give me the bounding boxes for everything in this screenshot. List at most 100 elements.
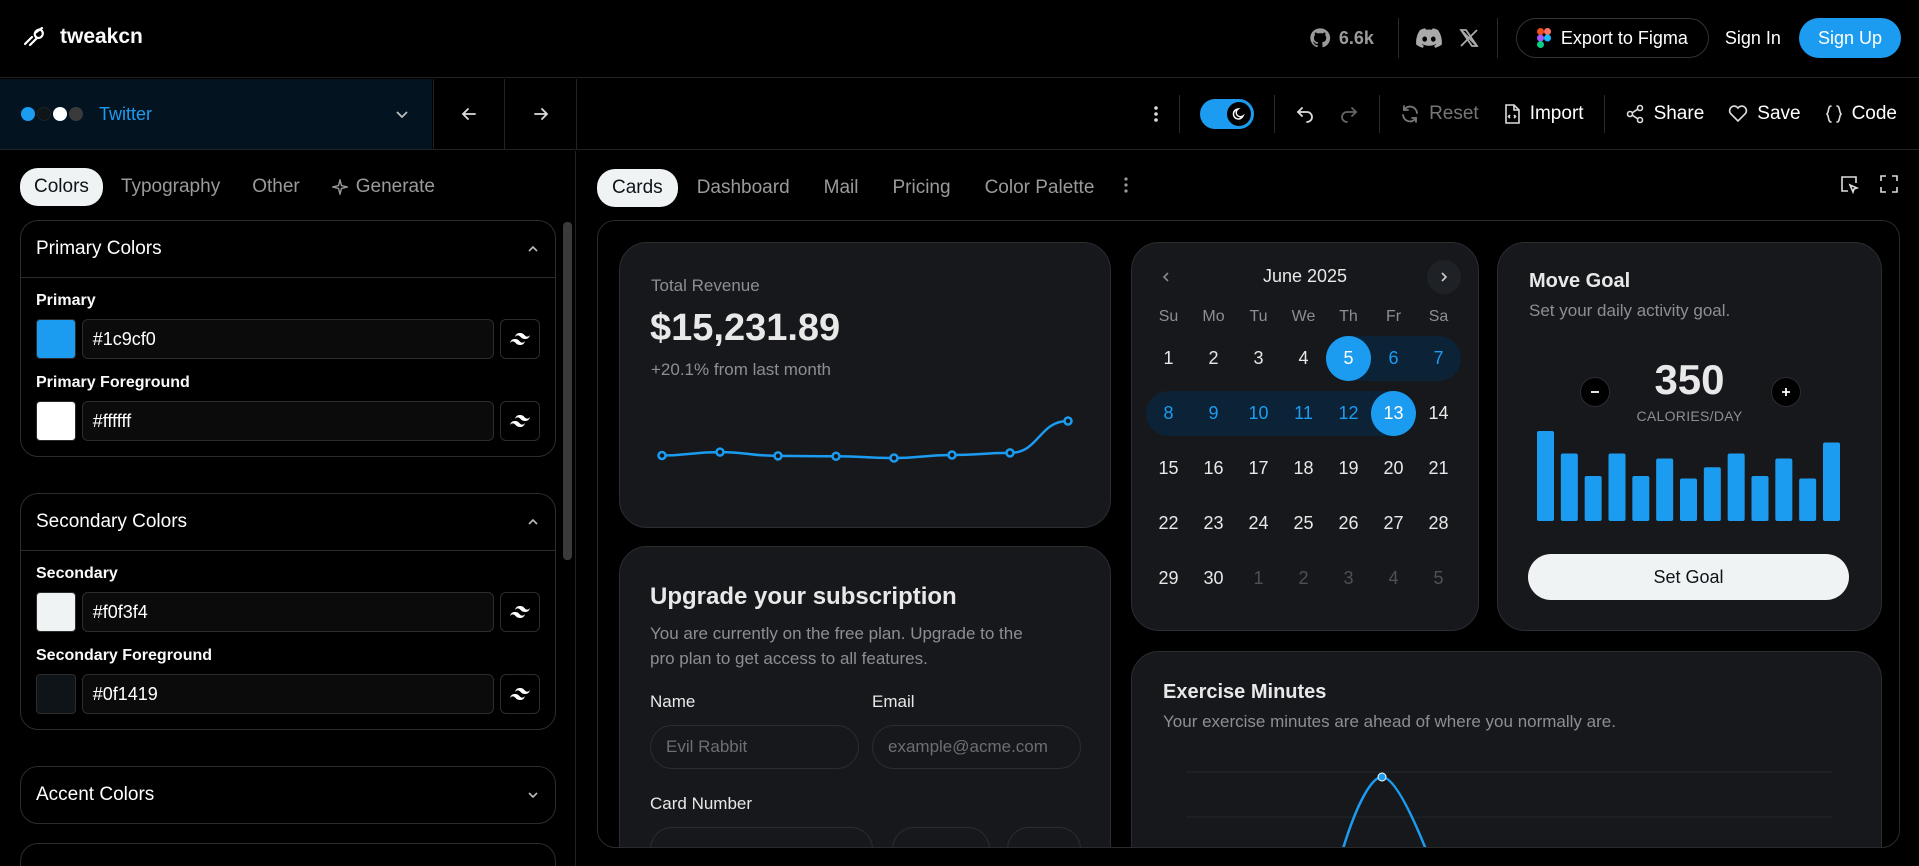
goal-unit: CALORIES/DAY xyxy=(1636,408,1743,424)
tailwind-picker-button[interactable] xyxy=(500,319,540,359)
brand[interactable]: tweakcn xyxy=(22,24,143,50)
revenue-point xyxy=(773,451,783,461)
next-colors-section[interactable] xyxy=(20,843,556,866)
import-button[interactable]: Import xyxy=(1491,94,1596,134)
color-hex-input[interactable]: #ffffff xyxy=(81,401,495,441)
calendar-day[interactable]: 8 xyxy=(1146,391,1191,436)
tab-color-palette[interactable]: Color Palette xyxy=(970,169,1110,207)
calendar-day[interactable]: 1 xyxy=(1236,556,1281,601)
previous-theme-button[interactable] xyxy=(434,79,505,149)
save-label: Save xyxy=(1757,103,1801,124)
increase-goal-button[interactable] xyxy=(1771,377,1801,407)
calendar-day[interactable]: 20 xyxy=(1371,446,1416,491)
calendar-day[interactable]: 5 xyxy=(1416,556,1461,601)
calendar-day[interactable]: 2 xyxy=(1281,556,1326,601)
calendar-day[interactable]: 27 xyxy=(1371,501,1416,546)
inspect-icon[interactable] xyxy=(1839,174,1859,194)
card-number-input[interactable] xyxy=(650,827,873,847)
tab-dashboard[interactable]: Dashboard xyxy=(682,169,805,207)
calendar-day[interactable]: 2 xyxy=(1191,336,1236,381)
scrollbar[interactable] xyxy=(563,222,572,560)
tab-colors[interactable]: Colors xyxy=(20,168,103,206)
github-link[interactable]: 6.6k xyxy=(1309,27,1374,49)
calendar-day[interactable]: 25 xyxy=(1281,501,1326,546)
color-hex-input[interactable]: #0f1419 xyxy=(81,674,495,714)
calendar-day[interactable]: 7 xyxy=(1416,336,1461,381)
calendar-day[interactable]: 12 xyxy=(1326,391,1371,436)
dark-mode-toggle[interactable] xyxy=(1200,99,1255,129)
calendar-day[interactable]: 21 xyxy=(1416,446,1461,491)
sign-in-link[interactable]: Sign In xyxy=(1725,28,1781,49)
more-tabs-button[interactable] xyxy=(1113,168,1139,208)
code-button[interactable]: Code xyxy=(1813,94,1909,134)
goal-value: 350 xyxy=(1654,356,1725,403)
card-cvc-input[interactable] xyxy=(1007,827,1081,847)
calendar-day[interactable]: 3 xyxy=(1326,556,1371,601)
calendar-day[interactable]: 18 xyxy=(1281,446,1326,491)
calendar-day[interactable]: 3 xyxy=(1236,336,1281,381)
calendar-day[interactable]: 26 xyxy=(1326,501,1371,546)
color-swatch[interactable] xyxy=(36,319,76,359)
calendar-day[interactable]: 17 xyxy=(1236,446,1281,491)
accent-colors-section: Accent Colors xyxy=(20,766,556,824)
name-input[interactable]: Evil Rabbit xyxy=(650,725,859,769)
card-expiry-input[interactable] xyxy=(892,827,990,847)
secondary-colors-section: Secondary Colors Secondary #f0f3f4 Secon… xyxy=(20,493,556,730)
calendar-day[interactable]: 15 xyxy=(1146,446,1191,491)
calendar-day[interactable]: 10 xyxy=(1236,391,1281,436)
calendar-day[interactable]: 1 xyxy=(1146,336,1191,381)
tab-typography[interactable]: Typography xyxy=(107,168,234,206)
calendar-day[interactable]: 13 xyxy=(1371,391,1416,436)
color-hex-input[interactable]: #1c9cf0 xyxy=(81,319,495,359)
redo-button[interactable] xyxy=(1327,94,1371,134)
set-goal-button[interactable]: Set Goal xyxy=(1528,554,1849,600)
calendar-day[interactable]: 29 xyxy=(1146,556,1191,601)
calendar-day[interactable]: 30 xyxy=(1191,556,1236,601)
more-options-button[interactable] xyxy=(1141,94,1171,134)
color-swatch[interactable] xyxy=(36,592,76,632)
theme-selector[interactable]: Twitter xyxy=(0,79,432,149)
color-hex-input[interactable]: #f0f3f4 xyxy=(81,592,495,632)
next-month-button[interactable] xyxy=(1427,260,1461,294)
next-theme-button[interactable] xyxy=(505,79,576,149)
tab-pricing[interactable]: Pricing xyxy=(877,169,965,207)
revenue-card: Total Revenue $15,231.89 +20.1% from las… xyxy=(619,242,1111,528)
field-label: Secondary xyxy=(36,565,118,582)
email-input[interactable]: example@acme.com xyxy=(872,725,1081,769)
tab-generate[interactable]: Generate xyxy=(318,168,449,206)
upgrade-card: Upgrade your subscription You are curren… xyxy=(619,546,1111,847)
calendar-day[interactable]: 14 xyxy=(1416,391,1461,436)
calendar-day[interactable]: 5 xyxy=(1326,336,1371,381)
undo-button[interactable] xyxy=(1283,94,1327,134)
color-swatch[interactable] xyxy=(36,401,76,441)
sign-up-button[interactable]: Sign Up xyxy=(1798,18,1901,58)
tailwind-picker-button[interactable] xyxy=(500,401,540,441)
calendar-day[interactable]: 16 xyxy=(1191,446,1236,491)
calendar-day[interactable]: 4 xyxy=(1371,556,1416,601)
fullscreen-icon[interactable] xyxy=(1879,174,1899,194)
share-button[interactable]: Share xyxy=(1613,94,1717,134)
calendar-day[interactable]: 24 xyxy=(1236,501,1281,546)
calendar-day[interactable]: 22 xyxy=(1146,501,1191,546)
tab-cards[interactable]: Cards xyxy=(597,169,678,207)
calendar-day[interactable]: 11 xyxy=(1281,391,1326,436)
discord-button[interactable] xyxy=(1409,18,1449,58)
calendar-day[interactable]: 19 xyxy=(1326,446,1371,491)
section-header[interactable]: Secondary Colors xyxy=(21,494,555,550)
tab-mail[interactable]: Mail xyxy=(809,169,874,207)
tab-other[interactable]: Other xyxy=(238,168,314,206)
export-to-figma-button[interactable]: Export to Figma xyxy=(1515,18,1709,58)
reset-button[interactable]: Reset xyxy=(1388,94,1491,134)
x-twitter-button[interactable] xyxy=(1449,18,1489,58)
calendar-day[interactable]: 23 xyxy=(1191,501,1236,546)
save-button[interactable]: Save xyxy=(1716,94,1812,134)
calendar-day[interactable]: 6 xyxy=(1371,336,1416,381)
calendar-day[interactable]: 4 xyxy=(1281,336,1326,381)
color-swatch[interactable] xyxy=(36,674,76,714)
section-header[interactable]: Accent Colors xyxy=(21,767,555,823)
tailwind-picker-button[interactable] xyxy=(500,592,540,632)
section-header[interactable]: Primary Colors xyxy=(21,221,555,277)
calendar-day[interactable]: 28 xyxy=(1416,501,1461,546)
calendar-day[interactable]: 9 xyxy=(1191,391,1236,436)
tailwind-picker-button[interactable] xyxy=(500,674,540,714)
